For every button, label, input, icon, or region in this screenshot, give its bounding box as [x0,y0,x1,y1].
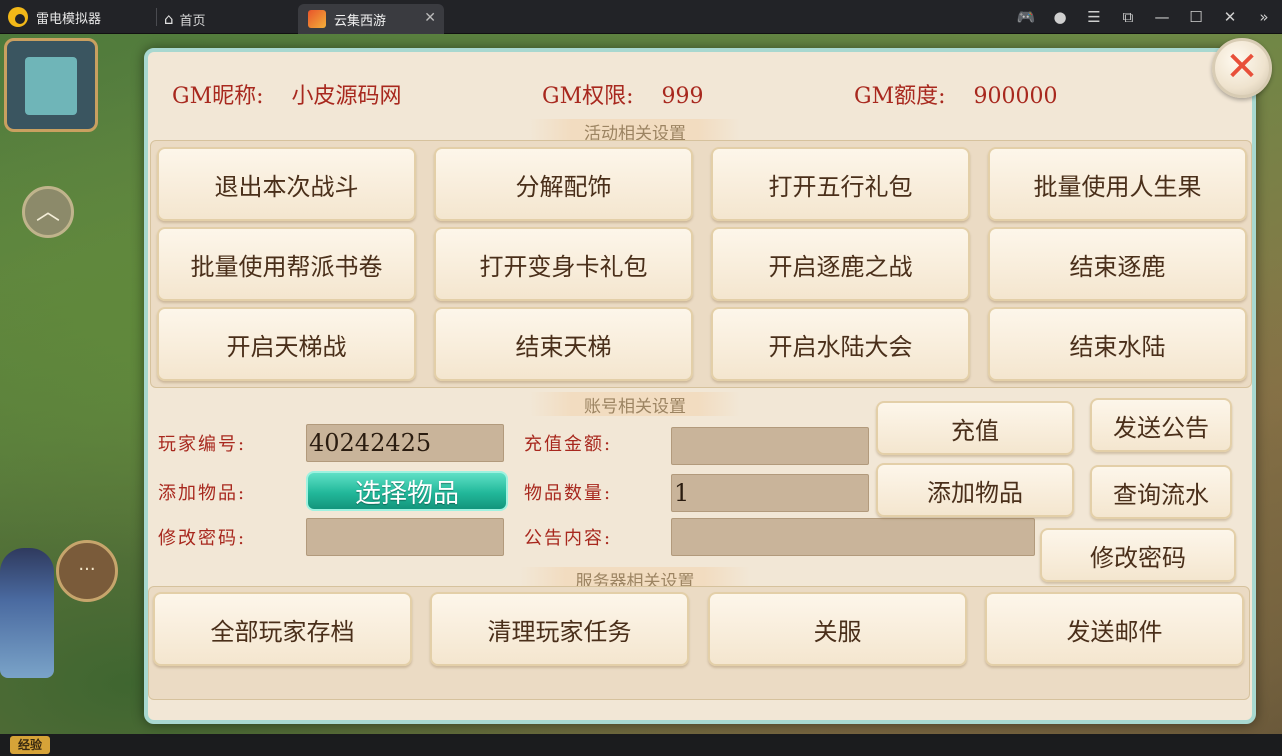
emulator-logo-icon [8,7,28,27]
end-shuilu-button[interactable]: 结束水陆 [988,307,1247,381]
recharge-amount-input[interactable] [671,427,869,465]
save-all-players-button[interactable]: 全部玩家存档 [153,592,412,666]
select-item-button[interactable]: 选择物品 [306,471,508,511]
change-password-label: 修改密码: [158,528,247,549]
tab-divider [156,8,157,26]
send-notice-button[interactable]: 发送公告 [1090,398,1232,452]
notice-content-label: 公告内容: [524,528,613,549]
exp-bar: 经验 [0,734,1282,756]
exp-label: 经验 [10,736,50,754]
maximize-icon[interactable]: ☐ [1186,8,1206,26]
gm-permission-value: 999 [661,84,704,109]
player-id-label: 玩家编号: [158,434,247,455]
section-title-account: 账号相关设置 [530,392,740,417]
batch-use-guild-scroll-button[interactable]: 批量使用帮派书卷 [157,227,416,301]
close-icon[interactable]: ✕ [1212,38,1272,98]
emulator-titlebar: 雷电模拟器 ⌂ 首页 云集西游 ✕ 🎮 ● ☰ ⧉ — ☐ ✕ » [0,0,1282,34]
add-item-button[interactable]: 添加物品 [876,463,1074,517]
map-icon[interactable] [4,38,98,132]
decompose-accessory-button[interactable]: 分解配饰 [434,147,693,221]
gm-quota-value: 900000 [973,84,1058,109]
gamepad-icon[interactable]: 🎮 [1016,8,1036,26]
shutdown-server-button[interactable]: 关服 [708,592,967,666]
clear-player-tasks-button[interactable]: 清理玩家任务 [430,592,689,666]
gm-nickname-value: 小皮源码网 [291,84,402,109]
batch-use-life-fruit-button[interactable]: 批量使用人生果 [988,147,1247,221]
open-transform-card-pack-button[interactable]: 打开变身卡礼包 [434,227,693,301]
tab-home[interactable]: ⌂ 首页 [164,4,206,34]
item-count-input[interactable]: 1 [671,474,869,512]
send-mail-button[interactable]: 发送邮件 [985,592,1244,666]
notice-content-input[interactable] [671,518,1035,556]
end-zhulu-button[interactable]: 结束逐鹿 [988,227,1247,301]
item-count-label: 物品数量: [524,483,613,504]
game-app-icon [308,10,326,28]
tab-game-label: 云集西游 [334,13,387,29]
start-zhulu-battle-button[interactable]: 开启逐鹿之战 [711,227,970,301]
change-password-input[interactable] [306,518,504,556]
player-id-input[interactable]: 40242425 [306,424,504,462]
chevron-up-icon[interactable]: ︿ [22,186,74,238]
tab-home-label: 首页 [179,13,206,29]
recharge-button[interactable]: 充值 [876,401,1074,455]
menu-icon[interactable]: ☰ [1084,8,1104,26]
gm-nickname-label: GM昵称: [172,84,264,109]
change-password-button[interactable]: 修改密码 [1040,528,1236,582]
recharge-amount-label: 充值金额: [524,434,613,455]
add-item-label: 添加物品: [158,483,247,504]
start-shuilu-event-button[interactable]: 开启水陆大会 [711,307,970,381]
emulator-app-name: 雷电模拟器 [8,0,101,34]
exit-battle-button[interactable]: 退出本次战斗 [157,147,416,221]
minimize-icon[interactable]: — [1152,8,1172,26]
chat-icon[interactable]: ··· [56,540,118,602]
account-icon[interactable]: ● [1050,8,1070,26]
open-wuxing-pack-button[interactable]: 打开五行礼包 [711,147,970,221]
window-controls: 🎮 ● ☰ ⧉ — ☐ ✕ » [1016,0,1274,34]
gm-quota: GM额度: 900000 [854,78,1058,109]
emulator-app-label: 雷电模拟器 [36,11,102,27]
tab-game[interactable]: 云集西游 ✕ [298,4,444,34]
end-ladder-button[interactable]: 结束天梯 [434,307,693,381]
start-ladder-battle-button[interactable]: 开启天梯战 [157,307,416,381]
query-flow-button[interactable]: 查询流水 [1090,465,1232,519]
gm-nickname: GM昵称: 小皮源码网 [172,78,402,109]
expand-sidebar-icon[interactable]: » [1254,8,1274,26]
screenshot-icon[interactable]: ⧉ [1118,8,1138,26]
tab-close-icon[interactable]: ✕ [424,10,436,26]
window-close-icon[interactable]: ✕ [1220,8,1240,26]
character-avatar [0,548,54,678]
gm-quota-label: GM额度: [854,84,946,109]
gm-permission-label: GM权限: [542,84,634,109]
home-icon: ⌂ [164,10,174,28]
gm-permission: GM权限: 999 [542,78,704,109]
